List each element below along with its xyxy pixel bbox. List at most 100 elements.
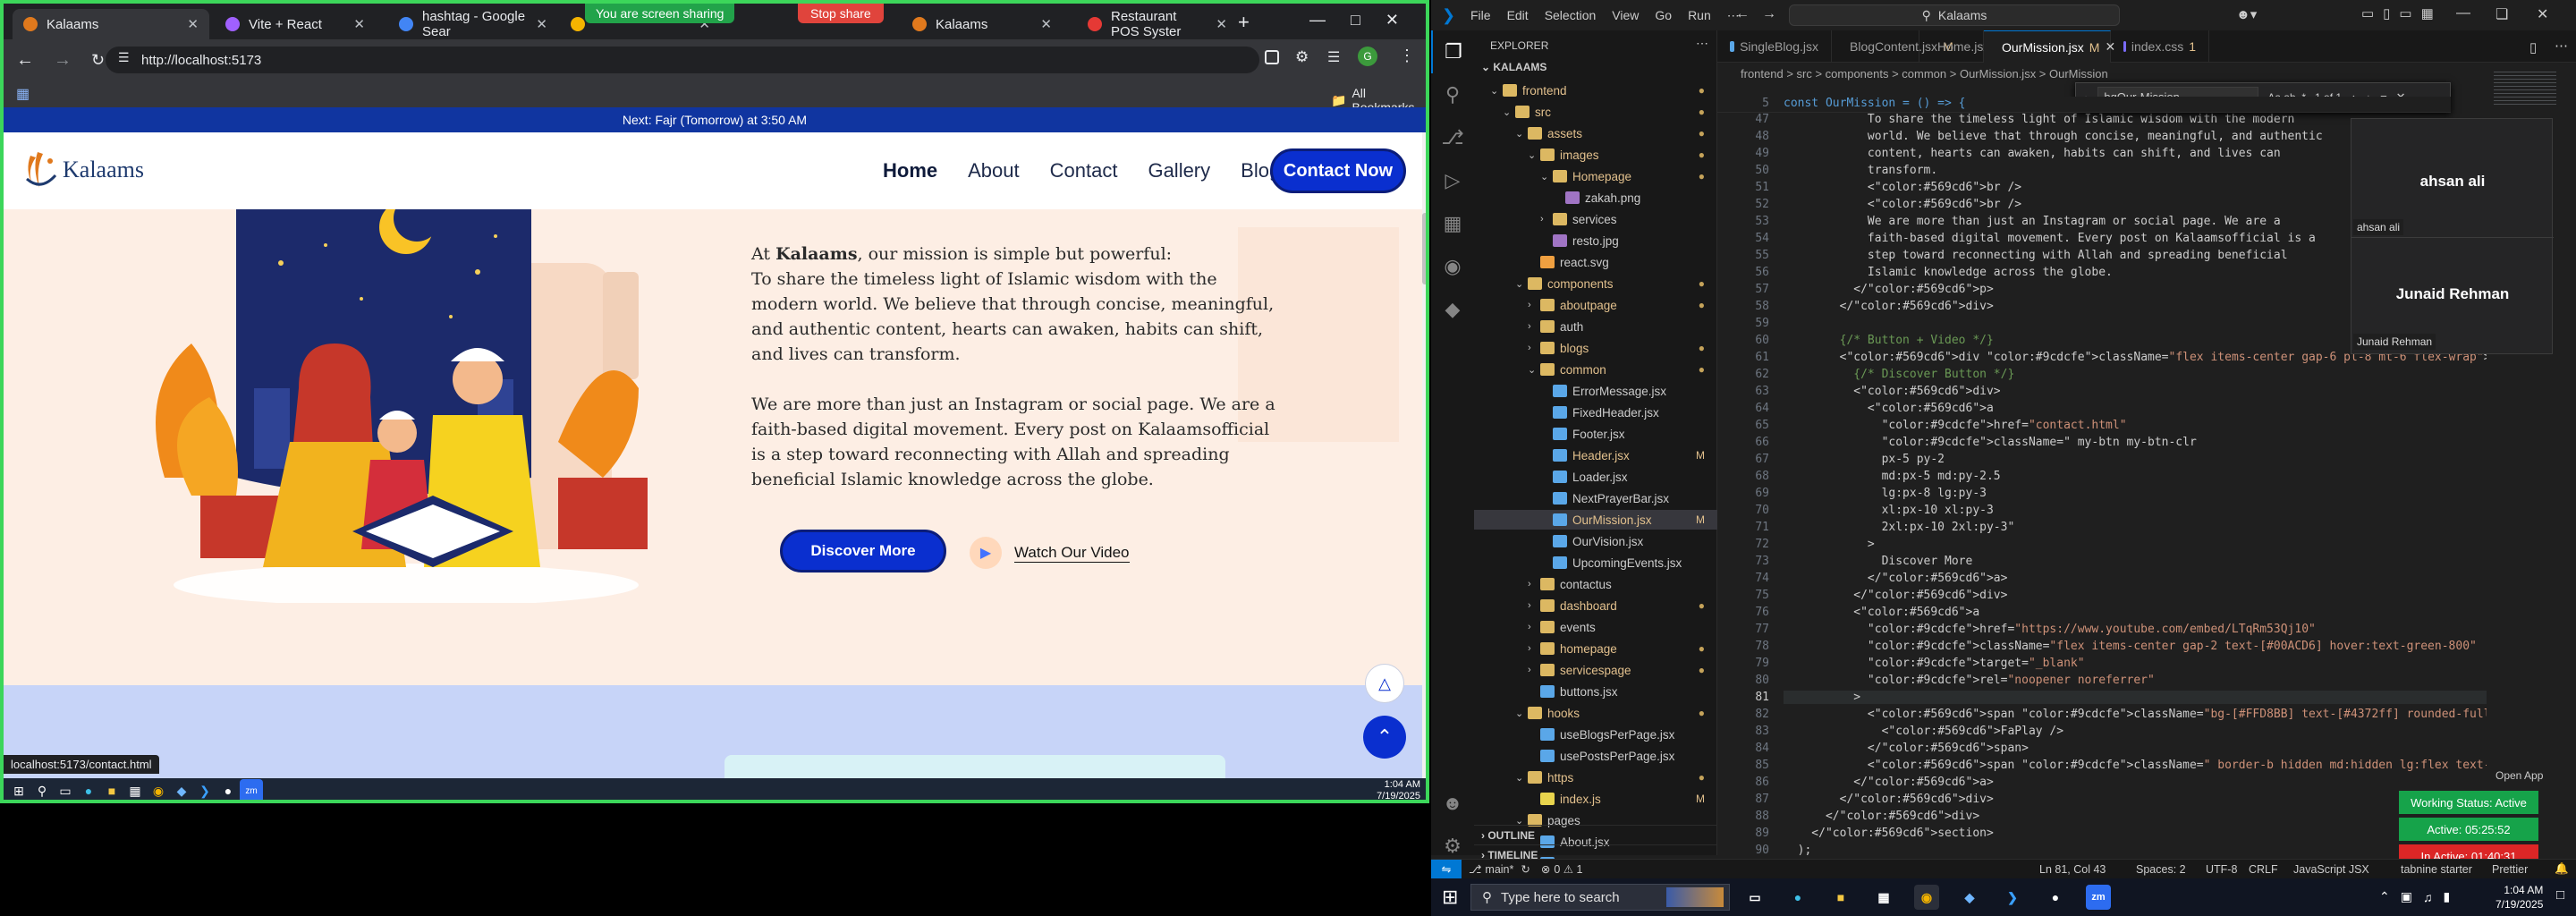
code-line[interactable]: "color:#9cdcfe">className="flex items-ce… bbox=[1784, 640, 2477, 653]
code-line[interactable]: "color:#9cdcfe">className=" my-btn my-bt… bbox=[1784, 436, 2197, 449]
language-mode[interactable]: JavaScript JSX bbox=[2293, 863, 2369, 876]
vscode-icon[interactable]: ❯ bbox=[2000, 885, 2025, 910]
code-line[interactable]: <"color:#569cd6">div> bbox=[1784, 385, 2000, 398]
tree-item[interactable]: › aboutpage ● bbox=[1474, 295, 1717, 315]
tree-item[interactable]: › services bbox=[1474, 209, 1717, 229]
code-line[interactable]: <"color:#569cd6">br /> bbox=[1784, 198, 2021, 211]
code-line[interactable]: <"color:#569cd6">a bbox=[1784, 606, 1979, 619]
browser-tab[interactable]: hashtag - Google Sear ✕ bbox=[388, 9, 558, 39]
code-line[interactable]: </"color:#569cd6">div> bbox=[1784, 810, 1979, 823]
tree-item[interactable]: ⌄ Homepage ● bbox=[1474, 166, 1717, 186]
tree-item[interactable]: usePostsPerPage.jsx bbox=[1474, 746, 1717, 766]
code-line[interactable]: To share the timeless light of Islamic w… bbox=[1784, 113, 2294, 126]
site-logo[interactable]: Kalaams bbox=[23, 148, 144, 191]
code-line[interactable]: We are more than just an Instagram or so… bbox=[1784, 215, 2281, 228]
code-line[interactable]: transform. bbox=[1784, 164, 1937, 177]
tree-item[interactable]: FixedHeader.jsx bbox=[1474, 403, 1717, 422]
nav-home[interactable]: Home bbox=[883, 159, 937, 182]
code-line[interactable]: "color:#9cdcfe">target="_blank" bbox=[1784, 657, 2085, 670]
code-line[interactable]: 2xl:px-10 2xl:py-3" bbox=[1784, 521, 2015, 534]
code-line[interactable]: </"color:#569cd6">a> bbox=[1784, 776, 1994, 789]
menu-file[interactable]: File bbox=[1470, 8, 1491, 22]
url-input[interactable]: http://localhost:5173 bbox=[106, 47, 1259, 73]
tab-close-icon[interactable]: ✕ bbox=[353, 16, 365, 32]
browser-tab[interactable]: Vite + React ✕ bbox=[215, 9, 376, 39]
breadcrumb[interactable]: frontend > src > components > common > O… bbox=[1717, 63, 2576, 84]
network-icon[interactable]: ▣ bbox=[2401, 889, 2412, 904]
menu-view[interactable]: View bbox=[1612, 8, 1639, 22]
tree-item[interactable]: › servicespage ● bbox=[1474, 660, 1717, 680]
discover-more-button[interactable]: Discover More bbox=[780, 530, 946, 572]
close-icon[interactable]: ✕ bbox=[2537, 5, 2548, 23]
code-line[interactable]: "color:#9cdcfe">rel="noopener noreferrer… bbox=[1784, 674, 2155, 687]
code-line[interactable]: {/* Discover Button */} bbox=[1784, 368, 2014, 381]
notification-center-icon[interactable]: □ bbox=[2556, 887, 2564, 903]
watch-video-link[interactable]: ▶ Watch Our Video bbox=[970, 537, 1130, 569]
code-line[interactable]: Islamic knowledge across the globe. bbox=[1784, 266, 2113, 279]
tree-item[interactable]: ⌄ hooks ● bbox=[1474, 703, 1717, 723]
windows-start-icon[interactable]: ⊞ bbox=[7, 779, 30, 800]
extension-icon[interactable] bbox=[1265, 50, 1279, 64]
chrome-icon[interactable]: ◉ bbox=[1914, 885, 1939, 910]
problems-count[interactable]: 0 ⚠ 1 bbox=[1554, 862, 1582, 876]
tab-close-icon[interactable]: ✕ bbox=[187, 16, 199, 32]
app-icon[interactable]: ◆ bbox=[170, 779, 193, 800]
forward-nav-icon[interactable]: → bbox=[1762, 6, 1776, 22]
remote-icon[interactable]: ⇋ bbox=[1431, 859, 1462, 878]
tree-item[interactable]: zakah.png bbox=[1474, 188, 1717, 208]
code-line[interactable]: {/* Button + Video */} bbox=[1784, 334, 1994, 347]
tree-item[interactable]: index.js M bbox=[1474, 789, 1717, 809]
nav-contact[interactable]: Contact bbox=[1050, 159, 1118, 182]
apps-icon[interactable]: ▦ bbox=[16, 85, 30, 103]
browser-tab[interactable]: Kalaams ✕ bbox=[13, 9, 209, 39]
tree-item[interactable]: › auth bbox=[1474, 317, 1717, 336]
tree-item[interactable]: OurVision.jsx bbox=[1474, 531, 1717, 551]
layout-toggle-icons[interactable]: ▭▯▭▦ bbox=[2361, 5, 2443, 21]
tree-item[interactable]: ⌄ common ● bbox=[1474, 360, 1717, 379]
minimize-icon[interactable]: — bbox=[1309, 11, 1326, 30]
code-line[interactable]: </"color:#569cd6">a> bbox=[1784, 572, 2008, 585]
tree-item[interactable]: ⌄ images ● bbox=[1474, 145, 1717, 165]
tab-close-icon[interactable]: ✕ bbox=[1216, 16, 1227, 32]
store-icon[interactable]: ▦ bbox=[1871, 885, 1896, 910]
open-app-link[interactable]: Open App bbox=[2496, 769, 2543, 782]
edge-icon[interactable]: ● bbox=[77, 779, 100, 800]
line-ending[interactable]: CRLF bbox=[2249, 863, 2278, 876]
app2-icon[interactable]: ● bbox=[216, 779, 240, 800]
volume-icon[interactable]: ♫ bbox=[2423, 890, 2433, 904]
code-line[interactable]: <"color:#569cd6">FaPlay /> bbox=[1784, 725, 2064, 738]
tab-close-icon[interactable]: ✕ bbox=[536, 16, 547, 32]
menu-edit[interactable]: Edit bbox=[1507, 8, 1529, 22]
code-line[interactable]: </"color:#569cd6">section> bbox=[1784, 827, 1994, 840]
code-line[interactable]: > bbox=[1784, 691, 2517, 704]
tree-item[interactable]: › contactus bbox=[1474, 574, 1717, 594]
cursor-position[interactable]: Ln 81, Col 43 bbox=[2039, 863, 2106, 876]
zoom-icon[interactable]: zm bbox=[240, 779, 263, 800]
code-line[interactable]: </"color:#569cd6">div> bbox=[1784, 300, 1994, 313]
code-line[interactable]: <"color:#569cd6">span "color:#9cdcfe">cl… bbox=[1784, 708, 2533, 721]
code-line[interactable]: faith-based digital movement. Every post… bbox=[1784, 232, 2316, 245]
code-line[interactable]: md:px-5 md:py-2.5 bbox=[1784, 470, 2001, 483]
tabnine-status[interactable]: tabnine starter bbox=[2401, 863, 2472, 876]
sync-icon[interactable]: ↻ bbox=[1521, 862, 1530, 876]
prettier-status[interactable]: Prettier bbox=[2492, 863, 2528, 876]
forward-icon[interactable]: → bbox=[54, 50, 72, 71]
code-line[interactable]: "color:#9cdcfe">href="https://www.youtub… bbox=[1784, 623, 2316, 636]
chrome-icon[interactable]: ◉ bbox=[147, 779, 170, 800]
split-editor-icon[interactable]: ▯ bbox=[2529, 39, 2537, 55]
profile-avatar[interactable]: G bbox=[1358, 47, 1377, 66]
tree-item[interactable]: Header.jsx M bbox=[1474, 445, 1717, 465]
editor-tab[interactable]: index.css 1 bbox=[2111, 30, 2209, 63]
code-line[interactable]: Discover More bbox=[1784, 555, 1973, 568]
code-line[interactable]: </"color:#569cd6">p> bbox=[1784, 283, 1994, 296]
search-icon[interactable]: ⚲ bbox=[1431, 73, 1474, 116]
menu-selection[interactable]: Selection bbox=[1545, 8, 1597, 22]
run-debug-icon[interactable]: ▷ bbox=[1431, 159, 1474, 202]
tree-item[interactable]: react.svg bbox=[1474, 252, 1717, 272]
zoom-icon[interactable]: zm bbox=[2086, 885, 2111, 910]
tree-item[interactable]: ErrorMessage.jsx bbox=[1474, 381, 1717, 401]
code-line[interactable]: content, hearts can awaken, habits can s… bbox=[1784, 147, 2281, 160]
app2-icon[interactable]: ● bbox=[2043, 885, 2068, 910]
app-icon[interactable]: ◆ bbox=[1957, 885, 1982, 910]
code-line[interactable]: world. We believe that through concise, … bbox=[1784, 130, 2323, 143]
